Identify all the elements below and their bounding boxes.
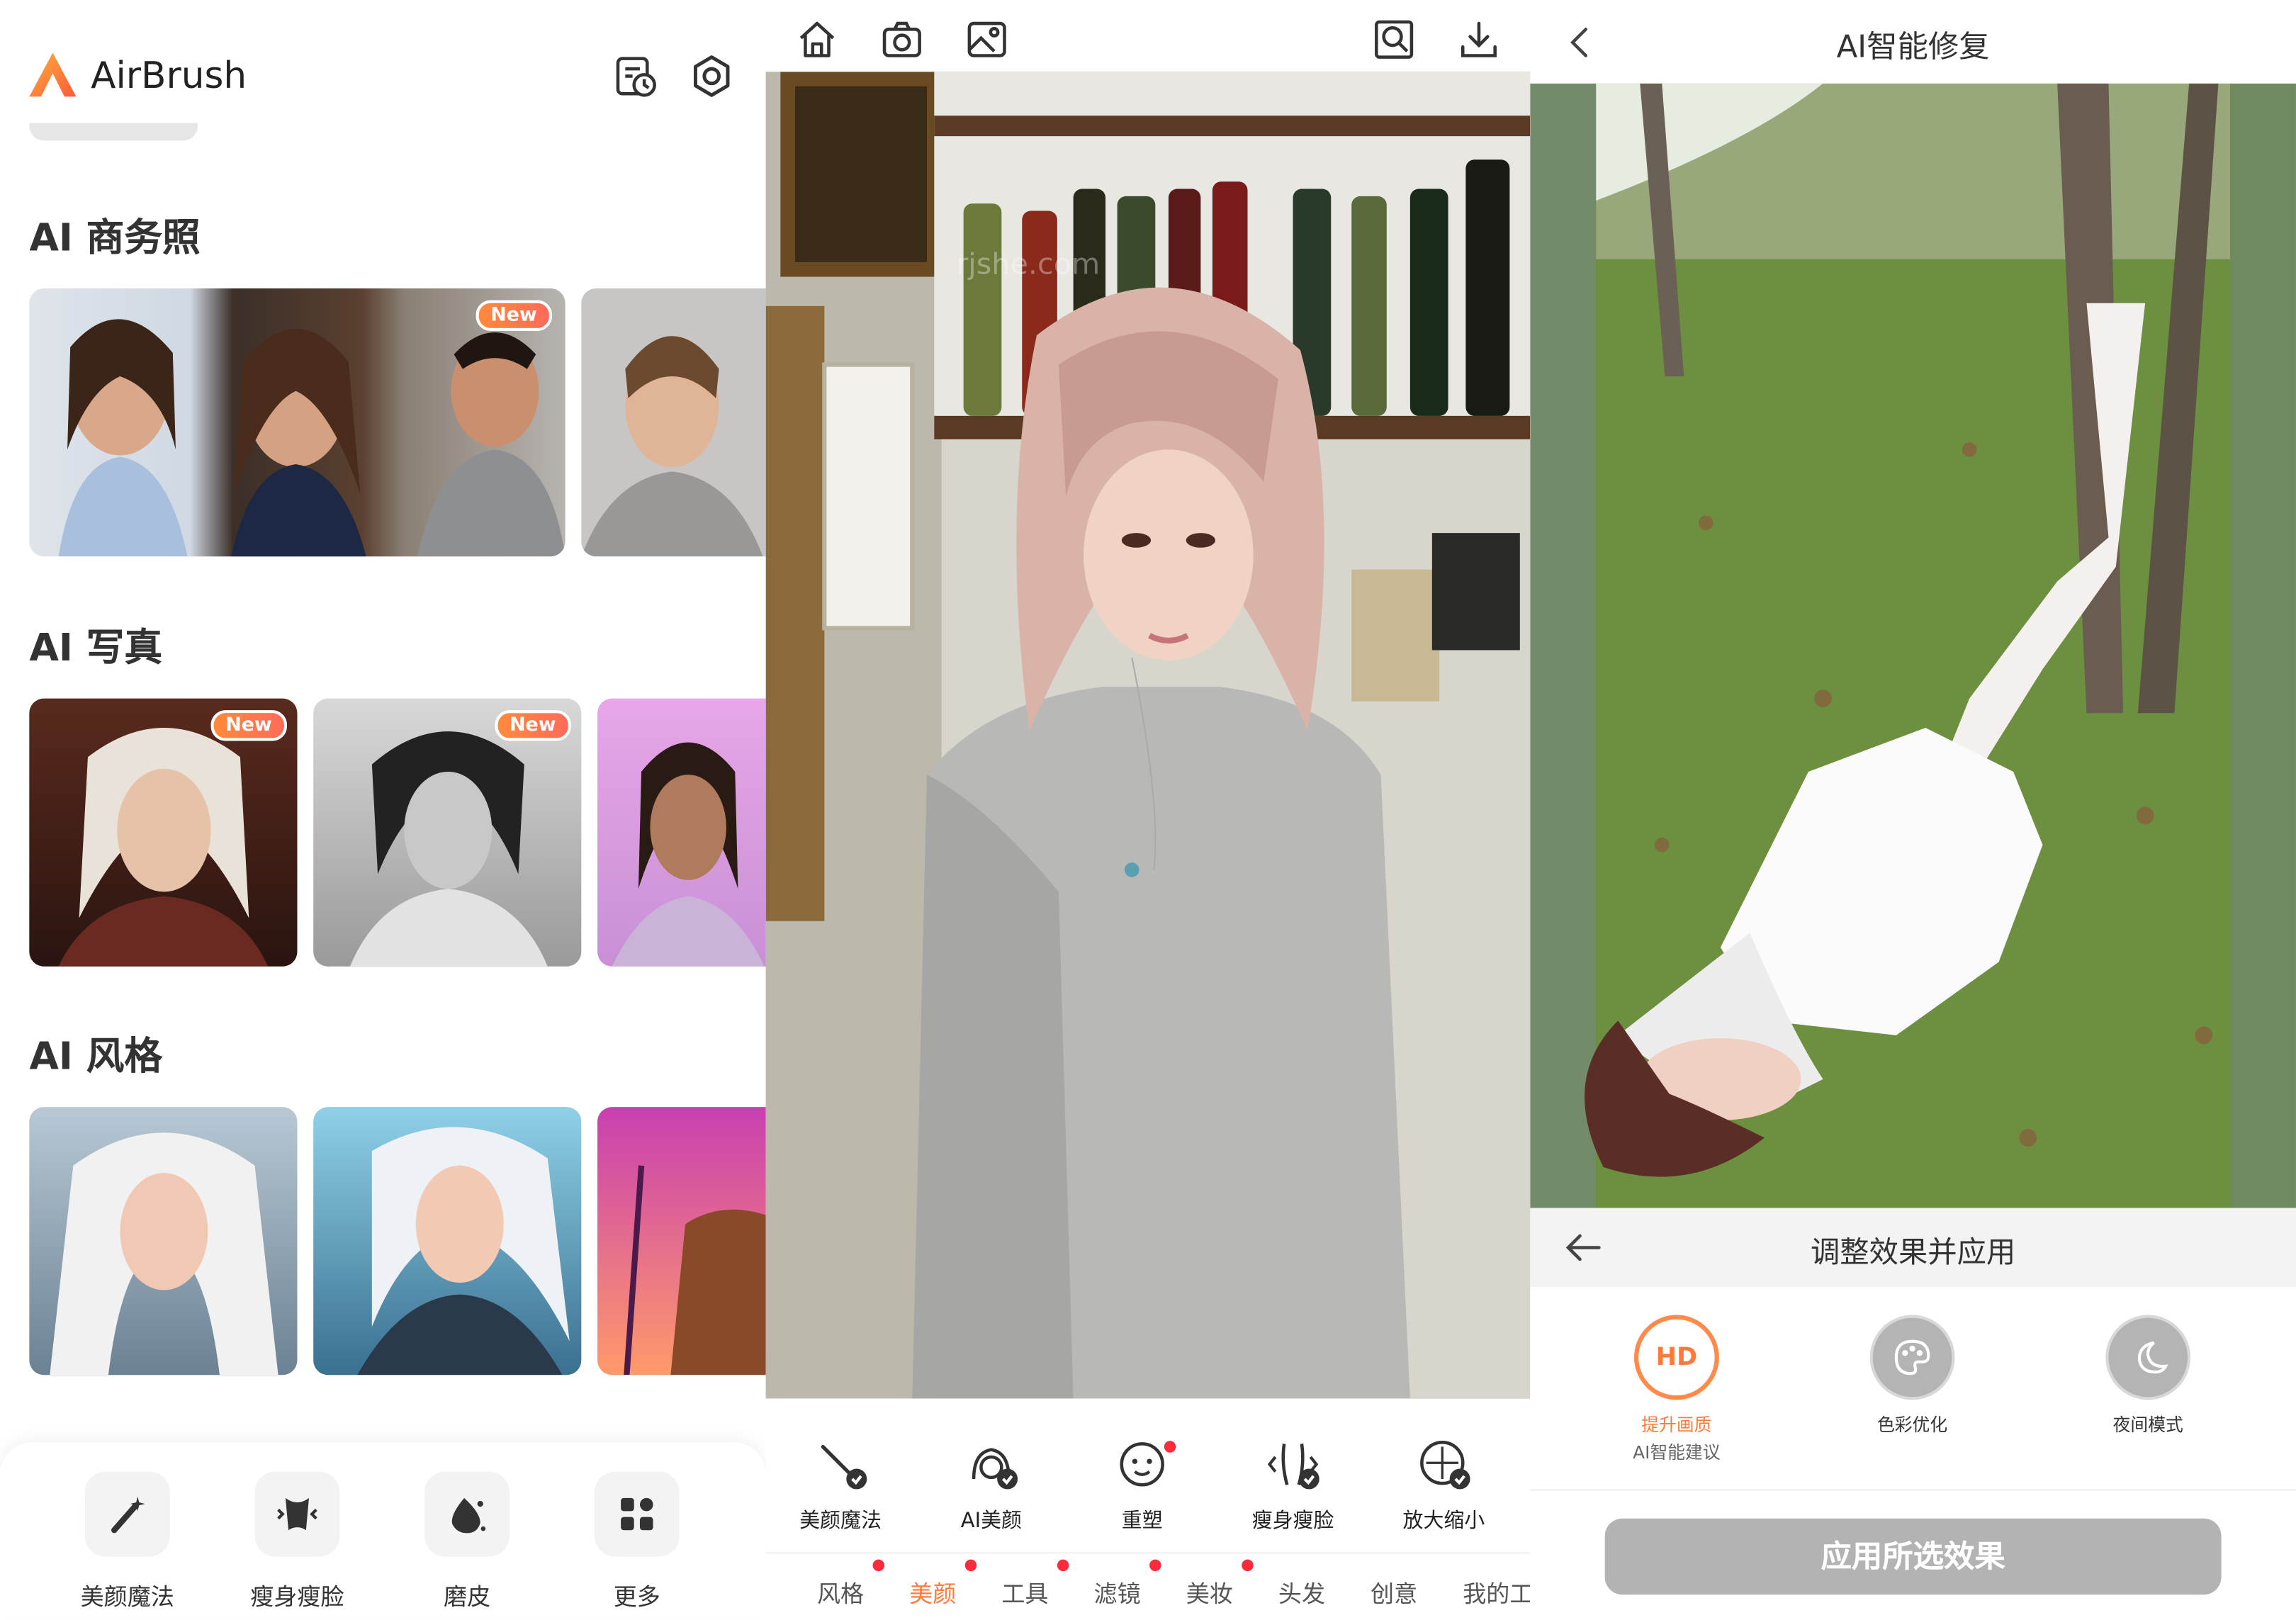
new-badge: New xyxy=(210,710,287,741)
tab-beauty[interactable]: 美颜 xyxy=(909,1574,956,1609)
watermark-text: rjshe.com xyxy=(956,247,1100,281)
gallery-icon[interactable] xyxy=(965,18,1009,62)
option-label: 夜间模式 xyxy=(2112,1414,2183,1435)
skin-smooth-icon xyxy=(424,1471,510,1557)
notification-dot xyxy=(1242,1559,1254,1572)
palette-icon xyxy=(1869,1315,1955,1400)
tool-ai-beauty[interactable]: AI美颜 xyxy=(925,1435,1057,1535)
notification-dot xyxy=(1164,1441,1176,1453)
home-icon[interactable] xyxy=(795,18,839,62)
dock-item-skin-smooth[interactable]: 磨皮 xyxy=(394,1442,541,1612)
section-title-style: AI 风格 xyxy=(29,1035,163,1079)
repair-panel: AI智能修复 调整效果并应用 HD 提升画质 AI智能建议 色彩优化 夜间模式 … xyxy=(1530,0,2296,1620)
portrait-thumb-2[interactable]: New xyxy=(313,698,582,967)
business-photo-thumb-2[interactable] xyxy=(581,288,766,557)
option-color-optimize[interactable]: 色彩优化 xyxy=(1810,1315,2015,1437)
divider xyxy=(765,1552,1531,1554)
tool-label: 放大缩小 xyxy=(1402,1509,1485,1534)
dock-label: 磨皮 xyxy=(444,1582,491,1611)
app-name: AirBrush xyxy=(91,53,247,96)
tool-beauty-magic[interactable]: 美颜魔法 xyxy=(775,1435,906,1535)
tool-label: AI美颜 xyxy=(960,1509,1022,1534)
option-night-mode[interactable]: 夜间模式 xyxy=(2046,1315,2251,1437)
tool-label: 瘦身瘦脸 xyxy=(1251,1509,1334,1534)
new-badge: New xyxy=(475,300,552,331)
notification-dot xyxy=(1057,1559,1069,1572)
tool-body-slim[interactable]: 瘦身瘦脸 xyxy=(1227,1435,1359,1535)
bottom-dock: 美颜魔法 瘦身瘦脸 磨皮 更多 xyxy=(0,1442,766,1620)
compare-search-icon[interactable] xyxy=(1372,18,1416,62)
notification-dot xyxy=(1149,1559,1161,1572)
hd-icon: HD xyxy=(1633,1315,1719,1400)
tab-creative[interactable]: 创意 xyxy=(1371,1574,1417,1609)
camera-icon[interactable] xyxy=(880,18,924,62)
app-logo: AirBrush xyxy=(26,50,247,99)
body-slim-icon xyxy=(1267,1444,1319,1490)
tab-filters[interactable]: 滤镜 xyxy=(1094,1574,1141,1609)
dock-label: 瘦身瘦脸 xyxy=(250,1582,344,1611)
tool-zoom-resize[interactable]: 放大缩小 xyxy=(1378,1435,1509,1535)
style-thumb-1[interactable] xyxy=(29,1107,298,1376)
adjust-title: 调整效果并应用 xyxy=(1810,1234,2016,1270)
night-moon-icon xyxy=(2105,1315,2191,1400)
dock-label: 美颜魔法 xyxy=(80,1582,174,1611)
option-label: 提升画质 xyxy=(1641,1414,1712,1435)
download-icon[interactable] xyxy=(1457,18,1501,62)
style-thumb-3[interactable] xyxy=(597,1107,766,1376)
airbrush-logo-icon xyxy=(29,52,77,97)
new-badge: New xyxy=(495,710,571,741)
ai-beauty-icon xyxy=(972,1448,1018,1490)
dock-item-body-slim[interactable]: 瘦身瘦脸 xyxy=(224,1442,371,1612)
tab-hair[interactable]: 头发 xyxy=(1278,1574,1325,1609)
editor-panel: rjshe.com 美颜魔法 AI美颜 重塑 瘦身瘦脸 放大缩小 风格 美颜 工… xyxy=(765,0,1531,1620)
history-icon[interactable] xyxy=(612,52,659,99)
option-label: 色彩优化 xyxy=(1876,1414,1948,1435)
style-thumb-2[interactable] xyxy=(313,1107,582,1376)
dock-item-more[interactable]: 更多 xyxy=(564,1442,711,1612)
section-title-business: AI 商务照 xyxy=(29,216,201,261)
tab-style[interactable]: 风格 xyxy=(817,1574,864,1609)
repair-photo-canvas[interactable] xyxy=(1530,83,2296,1208)
more-grid-icon xyxy=(594,1471,680,1557)
tool-reshape[interactable]: 重塑 xyxy=(1076,1435,1208,1535)
notification-dot xyxy=(872,1559,885,1572)
body-slim-icon xyxy=(254,1471,340,1557)
apply-button[interactable]: 应用所选效果 xyxy=(1604,1518,2222,1595)
notification-dot xyxy=(964,1559,977,1572)
tool-label: 美颜魔法 xyxy=(799,1509,882,1534)
section-title-portrait: AI 写真 xyxy=(29,626,163,671)
tab-makeup[interactable]: 美妆 xyxy=(1186,1574,1233,1609)
settings-icon[interactable] xyxy=(688,52,735,99)
face-reshape-icon xyxy=(1120,1442,1164,1487)
option-enhance-quality[interactable]: HD 提升画质 AI智能建议 xyxy=(1574,1315,1779,1465)
home-panel: AirBrush AI 商务照 New AI 写真 New New AI 风格 … xyxy=(0,0,766,1620)
magic-wand-icon xyxy=(821,1444,867,1490)
editor-photo-canvas[interactable]: rjshe.com xyxy=(765,72,1531,1399)
option-sublabel: AI智能建议 xyxy=(1633,1442,1721,1463)
dock-label: 更多 xyxy=(613,1582,660,1611)
tab-tools[interactable]: 工具 xyxy=(1001,1574,1048,1609)
adjust-header: 调整效果并应用 xyxy=(1530,1208,2296,1288)
dock-item-beauty-magic[interactable]: 美颜魔法 xyxy=(54,1442,201,1612)
tab-my-tools[interactable]: 我的工 xyxy=(1463,1574,1530,1609)
divider xyxy=(1530,1489,2296,1491)
tool-label: 重塑 xyxy=(1121,1509,1163,1534)
zoom-resize-icon xyxy=(1420,1441,1470,1490)
magic-wand-icon xyxy=(84,1471,170,1557)
search-bar-edge xyxy=(29,123,198,141)
portrait-thumb-3[interactable] xyxy=(597,698,766,967)
page-title: AI智能修复 xyxy=(1836,29,1990,64)
portrait-thumb-1[interactable]: New xyxy=(29,698,298,967)
business-photo-thumb[interactable]: New xyxy=(29,288,565,557)
